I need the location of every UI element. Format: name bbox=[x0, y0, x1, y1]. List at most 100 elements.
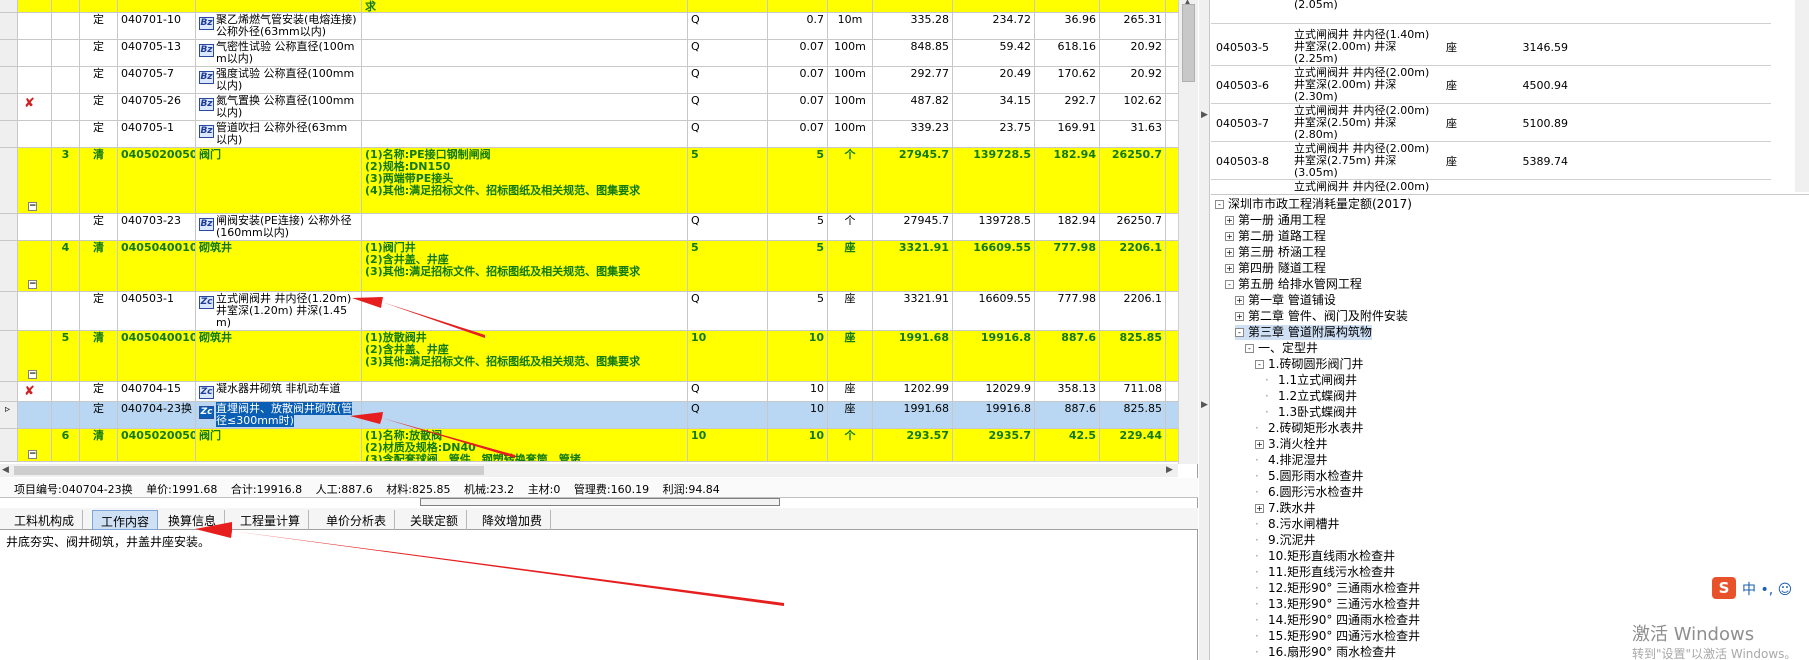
type-cell[interactable]: 定 bbox=[80, 292, 118, 330]
tree-node[interactable]: · 15.矩形90° 四通污水检查井 bbox=[1255, 629, 1420, 644]
tree-node[interactable]: · 10.矩形直线雨水检查井 bbox=[1255, 549, 1395, 564]
grid-vertical-scroll-thumb[interactable] bbox=[1182, 4, 1195, 82]
name-cell[interactable]: 砌筑井 bbox=[196, 331, 362, 381]
tree-node[interactable]: + 第四册 隧道工程 bbox=[1225, 261, 1326, 276]
table-row[interactable]: 定 040701-10 Bz 聚乙烯燃气管安装(电熔连接) 公称外径(63mm以内) Q… bbox=[0, 13, 1178, 40]
unit-price-cell[interactable]: 292.77 bbox=[873, 67, 953, 93]
tab-3[interactable]: 工程量计算 bbox=[232, 510, 310, 530]
red-x-icon[interactable]: ✘ bbox=[24, 97, 38, 110]
labor-cost-cell[interactable]: 887.6 bbox=[1035, 402, 1100, 428]
material-cost-cell[interactable]: 102.62 bbox=[1100, 94, 1166, 120]
total-price-cell[interactable]: 59.42 bbox=[953, 40, 1035, 66]
mark-cell[interactable] bbox=[18, 0, 52, 12]
table-row[interactable]: ▹ 定 040704-23换 Zc 直埋阀井、放散阀井砌筑(管径≤300mm时) Q 10 座… bbox=[0, 402, 1178, 429]
collapse-arrow-icon[interactable]: ▶ bbox=[1201, 110, 1208, 120]
table-row[interactable]: 求 bbox=[0, 0, 1178, 13]
quantity-cell[interactable]: 0.07 bbox=[768, 67, 828, 93]
unit-price-cell[interactable]: 487.82 bbox=[873, 94, 953, 120]
collapse-icon[interactable]: - bbox=[1245, 344, 1254, 353]
row-number-cell[interactable] bbox=[52, 13, 80, 39]
total-price-cell[interactable] bbox=[953, 0, 1035, 12]
mark-cell[interactable] bbox=[18, 40, 52, 66]
material-cost-cell[interactable]: 26250.7 bbox=[1100, 148, 1166, 213]
name-cell[interactable]: 砌筑井 bbox=[196, 241, 362, 291]
quantity-expression-cell[interactable]: Q bbox=[688, 67, 768, 93]
material-cost-cell[interactable]: 26250.7 bbox=[1100, 214, 1166, 240]
scroll-right-icon[interactable]: ▶ bbox=[1166, 465, 1173, 475]
row-number-cell[interactable] bbox=[52, 402, 80, 428]
labor-cost-cell[interactable]: 887.6 bbox=[1035, 331, 1100, 381]
tab-1[interactable]: 工作内容 bbox=[92, 510, 159, 530]
collapse-arrow-icon-2[interactable]: ▶ bbox=[1201, 400, 1208, 410]
quota-row[interactable]: 040503-9立式闸阀井 井内径(2.00m)座5661.41 bbox=[1211, 180, 1771, 193]
mark-cell[interactable]: − bbox=[18, 331, 52, 381]
mark-cell[interactable]: − bbox=[18, 148, 52, 213]
quantity-cell[interactable] bbox=[768, 0, 828, 12]
quota-list-scrollbar[interactable] bbox=[1795, 0, 1809, 192]
tree-node[interactable]: · 16.扇形90° 雨水检查井 bbox=[1255, 645, 1396, 660]
unit-cell[interactable]: 100m bbox=[828, 67, 873, 93]
mark-cell[interactable]: − bbox=[18, 241, 52, 291]
quota-row[interactable]: 040503-7 立式闸阀井 井内径(2.00m) 井室深(2.50m) 井深(2… bbox=[1211, 104, 1771, 142]
quantity-expression-cell[interactable]: 10 bbox=[688, 429, 768, 461]
quantity-expression-cell[interactable]: Q bbox=[688, 13, 768, 39]
tab-5[interactable]: 关联定额 bbox=[402, 510, 468, 530]
collapse-toggle-icon[interactable]: − bbox=[28, 280, 37, 289]
bill-grid[interactable]: 求定 040701-10 Bz 聚乙烯燃气管安装(电熔连接) 公称外径(63mm以内)… bbox=[0, 0, 1178, 464]
material-cost-cell[interactable]: 711.08 bbox=[1100, 382, 1166, 401]
name-cell[interactable] bbox=[196, 0, 362, 12]
tree-node[interactable]: · 1.2立式蝶阀井 bbox=[1265, 389, 1357, 404]
tree-node[interactable]: · 14.矩形90° 四通雨水检查井 bbox=[1255, 613, 1420, 628]
table-row[interactable]: ✘ 定 040705-26 Bz 氮气置换 公称直径(100mm以内) Q 0.07 100m… bbox=[0, 94, 1178, 121]
mark-cell[interactable]: − bbox=[18, 429, 52, 461]
unit-price-cell[interactable]: 27945.7 bbox=[873, 214, 953, 240]
type-cell[interactable]: 清 bbox=[80, 148, 118, 213]
unit-price-cell[interactable]: 848.85 bbox=[873, 40, 953, 66]
unit-cell[interactable]: 100m bbox=[828, 94, 873, 120]
tree-node[interactable]: - 第五册 给排水管网工程 bbox=[1225, 277, 1362, 292]
quantity-cell[interactable]: 5 bbox=[768, 148, 828, 213]
material-cost-cell[interactable]: 20.92 bbox=[1100, 67, 1166, 93]
mark-cell[interactable] bbox=[18, 402, 52, 428]
code-cell[interactable]: 040703-23 bbox=[118, 214, 196, 240]
material-cost-cell[interactable]: 265.31 bbox=[1100, 13, 1166, 39]
material-cost-cell[interactable]: 2206.1 bbox=[1100, 292, 1166, 330]
unit-price-cell[interactable]: 27945.7 bbox=[873, 148, 953, 213]
tree-node[interactable]: · 11.矩形直线污水检查井 bbox=[1255, 565, 1395, 580]
type-cell[interactable]: 定 bbox=[80, 94, 118, 120]
material-cost-cell[interactable]: 20.92 bbox=[1100, 40, 1166, 66]
red-x-icon[interactable]: ✘ bbox=[24, 385, 38, 398]
tree-node[interactable]: · 2.砖砌矩形水表井 bbox=[1255, 421, 1363, 436]
tree-node[interactable]: + 第一章 管道铺设 bbox=[1235, 293, 1336, 308]
labor-cost-cell[interactable]: 292.7 bbox=[1035, 94, 1100, 120]
expand-icon[interactable]: + bbox=[1255, 504, 1264, 513]
name-cell[interactable]: 阀门 bbox=[196, 148, 362, 213]
feature-cell[interactable] bbox=[362, 382, 688, 401]
unit-price-cell[interactable]: 3321.91 bbox=[873, 292, 953, 330]
type-cell[interactable]: 清 bbox=[80, 429, 118, 461]
unit-cell[interactable]: 个 bbox=[828, 429, 873, 461]
code-cell[interactable] bbox=[118, 0, 196, 12]
quantity-cell[interactable]: 5 bbox=[768, 241, 828, 291]
quota-row[interactable]: 040503-5 立式闸阀井 井内径(1.40m) 井室深(2.00m) 井深(2… bbox=[1211, 28, 1771, 66]
feature-cell[interactable] bbox=[362, 40, 688, 66]
quota-list[interactable]: 井室深(1.80m) 井深(2.05m) 040503-5 立式闸阀井 井内径(1.… bbox=[1211, 0, 1809, 192]
quantity-expression-cell[interactable]: Q bbox=[688, 214, 768, 240]
code-cell[interactable]: 040705-26 bbox=[118, 94, 196, 120]
feature-cell[interactable] bbox=[362, 13, 688, 39]
collapse-toggle-icon[interactable]: − bbox=[28, 450, 37, 459]
material-cost-cell[interactable]: 2206.1 bbox=[1100, 241, 1166, 291]
labor-cost-cell[interactable]: 182.94 bbox=[1035, 214, 1100, 240]
unit-cell[interactable]: 10m bbox=[828, 13, 873, 39]
unit-price-cell[interactable]: 3321.91 bbox=[873, 241, 953, 291]
labor-cost-cell[interactable]: 42.5 bbox=[1035, 429, 1100, 461]
code-cell[interactable]: 040504001001 bbox=[118, 241, 196, 291]
row-number-cell[interactable] bbox=[52, 0, 80, 12]
unit-price-cell[interactable]: 1202.99 bbox=[873, 382, 953, 401]
grid-vertical-scrollbar[interactable]: ▲ bbox=[1178, 0, 1198, 464]
type-cell[interactable] bbox=[80, 0, 118, 12]
type-cell[interactable]: 定 bbox=[80, 13, 118, 39]
table-row[interactable]: 定 040705-13 Bz 气密性试验 公称直径(100mm以内) Q 0.07 100m… bbox=[0, 40, 1178, 67]
unit-price-cell[interactable]: 339.23 bbox=[873, 121, 953, 147]
unit-cell[interactable]: 座 bbox=[828, 241, 873, 291]
